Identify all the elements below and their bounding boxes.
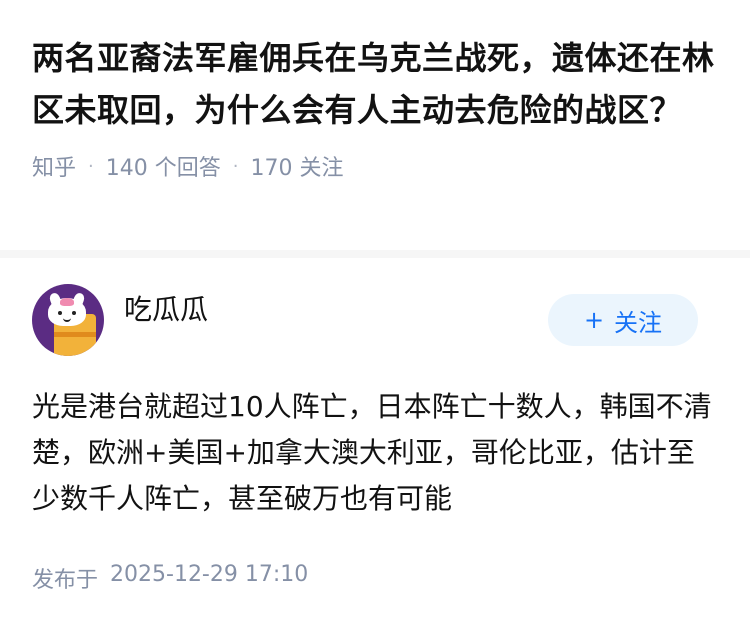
- follow-button-label: 关注: [614, 308, 663, 337]
- question-meta: 知乎 · 140 个回答 · 170 关注: [32, 150, 722, 182]
- answer-content[interactable]: 光是港台就超过10人阵亡，日本阵亡十数人，韩国不清楚，欧洲+美国+加拿大澳大利亚…: [32, 384, 712, 522]
- answer-count-label: 个回答: [154, 156, 221, 181]
- author-name[interactable]: 吃瓜瓜: [124, 274, 548, 346]
- eye-left: [58, 311, 62, 315]
- plus-icon: +: [583, 306, 605, 334]
- follow-button[interactable]: + 关注: [548, 294, 698, 346]
- meta-separator: ·: [88, 155, 94, 177]
- question-header: 两名亚裔法军雇佣兵在乌克兰战死，遗体还在林区未取回，为什么会有人主动去危险的战区…: [32, 32, 722, 182]
- source-label[interactable]: 知乎: [32, 150, 76, 182]
- meta-separator: ·: [232, 155, 239, 177]
- answer-author-row: 吃瓜瓜 + 关注: [32, 284, 698, 356]
- answer-count-value: 140: [105, 156, 148, 181]
- eye-right: [72, 311, 76, 315]
- publish-info: 发布于 2025-12-29 17:10: [32, 562, 308, 594]
- question-title[interactable]: 两名亚裔法军雇佣兵在乌克兰战死，遗体还在林区未取回，为什么会有人主动去危险的战区…: [32, 32, 722, 136]
- avatar[interactable]: [32, 284, 104, 356]
- publish-time: 2025-12-29 17:10: [110, 562, 309, 587]
- answer-count[interactable]: 140 个回答: [106, 150, 221, 182]
- follower-count-value: 170: [250, 156, 293, 181]
- cup-stripe: [54, 332, 96, 337]
- publish-label: 发布于: [32, 568, 99, 593]
- follower-count-label: 关注: [299, 156, 344, 181]
- section-divider: [0, 250, 750, 258]
- follower-count[interactable]: 170 关注: [251, 150, 344, 182]
- brain-icon: [60, 298, 74, 306]
